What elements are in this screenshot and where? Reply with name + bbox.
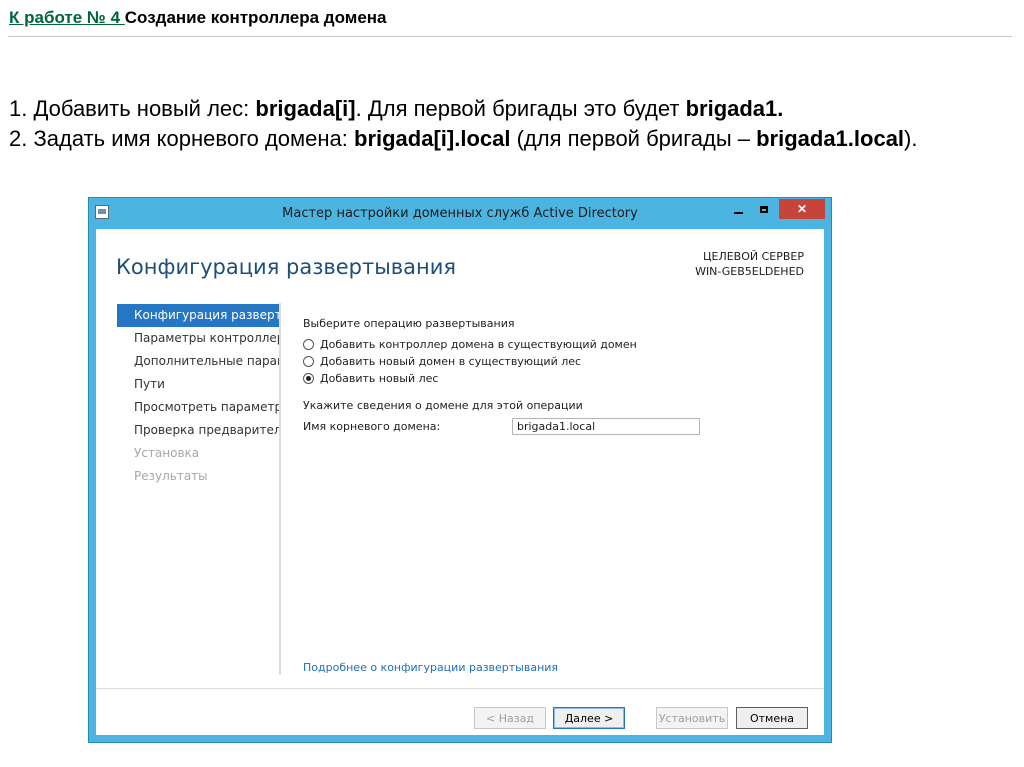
target-server-label: ЦЕЛЕВОЙ СЕРВЕР — [702, 250, 804, 263]
option-add-forest-label: Добавить новый лес — [320, 372, 439, 385]
root-domain-row: Имя корневого домена: — [303, 418, 803, 435]
target-server-name: WIN-GEB5ELDEHED — [695, 265, 804, 278]
page-title: Конфигурация развертывания — [116, 255, 457, 279]
option-add-domain[interactable]: Добавить новый домен в существующий лес — [303, 353, 803, 370]
nav-item-dc-options[interactable]: Параметры контроллера... — [117, 327, 279, 350]
wizard-window: Мастер настройки доменных служб Active D… — [88, 197, 832, 743]
root-domain-input[interactable] — [512, 418, 700, 435]
cancel-button[interactable]: Отмена — [736, 707, 808, 729]
instruction-1-text: 1. Добавить новый лес: — [9, 96, 256, 121]
nav-item-paths[interactable]: Пути — [117, 373, 279, 396]
close-icon: ✕ — [796, 202, 808, 216]
operation-label: Выберите операцию развертывания — [303, 317, 515, 330]
radio-add-forest[interactable] — [303, 373, 314, 384]
instruction-1-example: brigada1. — [685, 96, 784, 121]
back-button[interactable]: < Назад — [474, 707, 546, 729]
instruction-line-2: 2. Задать имя корневого домена: brigada[… — [9, 124, 999, 154]
instructions: 1. Добавить новый лес: brigada[i]. Для п… — [9, 94, 999, 154]
wizard-content: Выберите операцию развертывания Добавить… — [303, 317, 803, 435]
slide: К работе № 4 Создание контроллера домена… — [0, 0, 1024, 767]
target-server: ЦЕЛЕВОЙ СЕРВЕР WIN-GEB5ELDEHED — [695, 249, 804, 279]
window-titlebar[interactable]: Мастер настройки доменных служб Active D… — [89, 198, 831, 228]
nav-item-review-options[interactable]: Просмотреть параметры — [117, 396, 279, 419]
option-add-dc-label: Добавить контроллер домена в существующи… — [320, 338, 637, 351]
slide-title-link[interactable]: К работе № 4 — [9, 8, 125, 27]
next-button[interactable]: Далее > — [553, 707, 625, 729]
instruction-1-mid: . Для первой бригады это будет — [355, 96, 686, 121]
instruction-line-1: 1. Добавить новый лес: brigada[i]. Для п… — [9, 94, 999, 124]
nav-item-installation: Установка — [134, 446, 200, 460]
minimize-icon — [733, 212, 743, 214]
slide-title: К работе № 4 Создание контроллера домена — [9, 8, 387, 28]
radio-add-domain[interactable] — [303, 356, 314, 367]
instruction-2-domain: brigada[i].local — [354, 126, 511, 151]
minimize-button[interactable] — [725, 199, 751, 219]
instruction-2-end: ). — [904, 126, 918, 151]
maximize-icon — [760, 205, 768, 213]
slide-title-text: Создание контроллера домена — [124, 8, 387, 27]
domain-info-label: Укажите сведения о домене для этой опера… — [303, 399, 583, 412]
nav-item-deployment-config[interactable]: Конфигурация разверты... — [117, 304, 279, 327]
instruction-1-forest: brigada[i] — [255, 96, 356, 121]
instruction-2-example: brigada1.local — [756, 126, 905, 151]
nav-item-additional-options[interactable]: Дополнительные парам... — [117, 350, 279, 373]
option-add-forest[interactable]: Добавить новый лес — [303, 370, 803, 387]
close-button[interactable]: ✕ — [779, 199, 825, 219]
nav-divider — [279, 303, 281, 675]
wizard-nav: Конфигурация разверты... Параметры контр… — [117, 304, 279, 488]
more-info-link[interactable]: Подробнее о конфигурации развертывания — [303, 661, 558, 674]
header-divider — [8, 36, 1012, 37]
root-domain-label: Имя корневого домена: — [303, 420, 441, 433]
nav-item-results: Результаты — [134, 469, 208, 483]
nav-item-prerequisites-check[interactable]: Проверка предваритель... — [117, 419, 279, 442]
install-button[interactable]: Установить — [656, 707, 728, 729]
option-add-dc[interactable]: Добавить контроллер домена в существующи… — [303, 336, 803, 353]
radio-add-dc[interactable] — [303, 339, 314, 350]
window-title: Мастер настройки доменных служб Active D… — [282, 206, 638, 221]
footer-divider — [96, 688, 824, 689]
maximize-button[interactable] — [751, 199, 777, 219]
instruction-2-text: 2. Задать имя корневого домена: — [9, 126, 354, 151]
instruction-2-mid: (для первой бригады – — [510, 126, 757, 151]
wizard-client: Конфигурация развертывания ЦЕЛЕВОЙ СЕРВЕ… — [96, 229, 824, 735]
option-add-domain-label: Добавить новый домен в существующий лес — [320, 355, 582, 368]
